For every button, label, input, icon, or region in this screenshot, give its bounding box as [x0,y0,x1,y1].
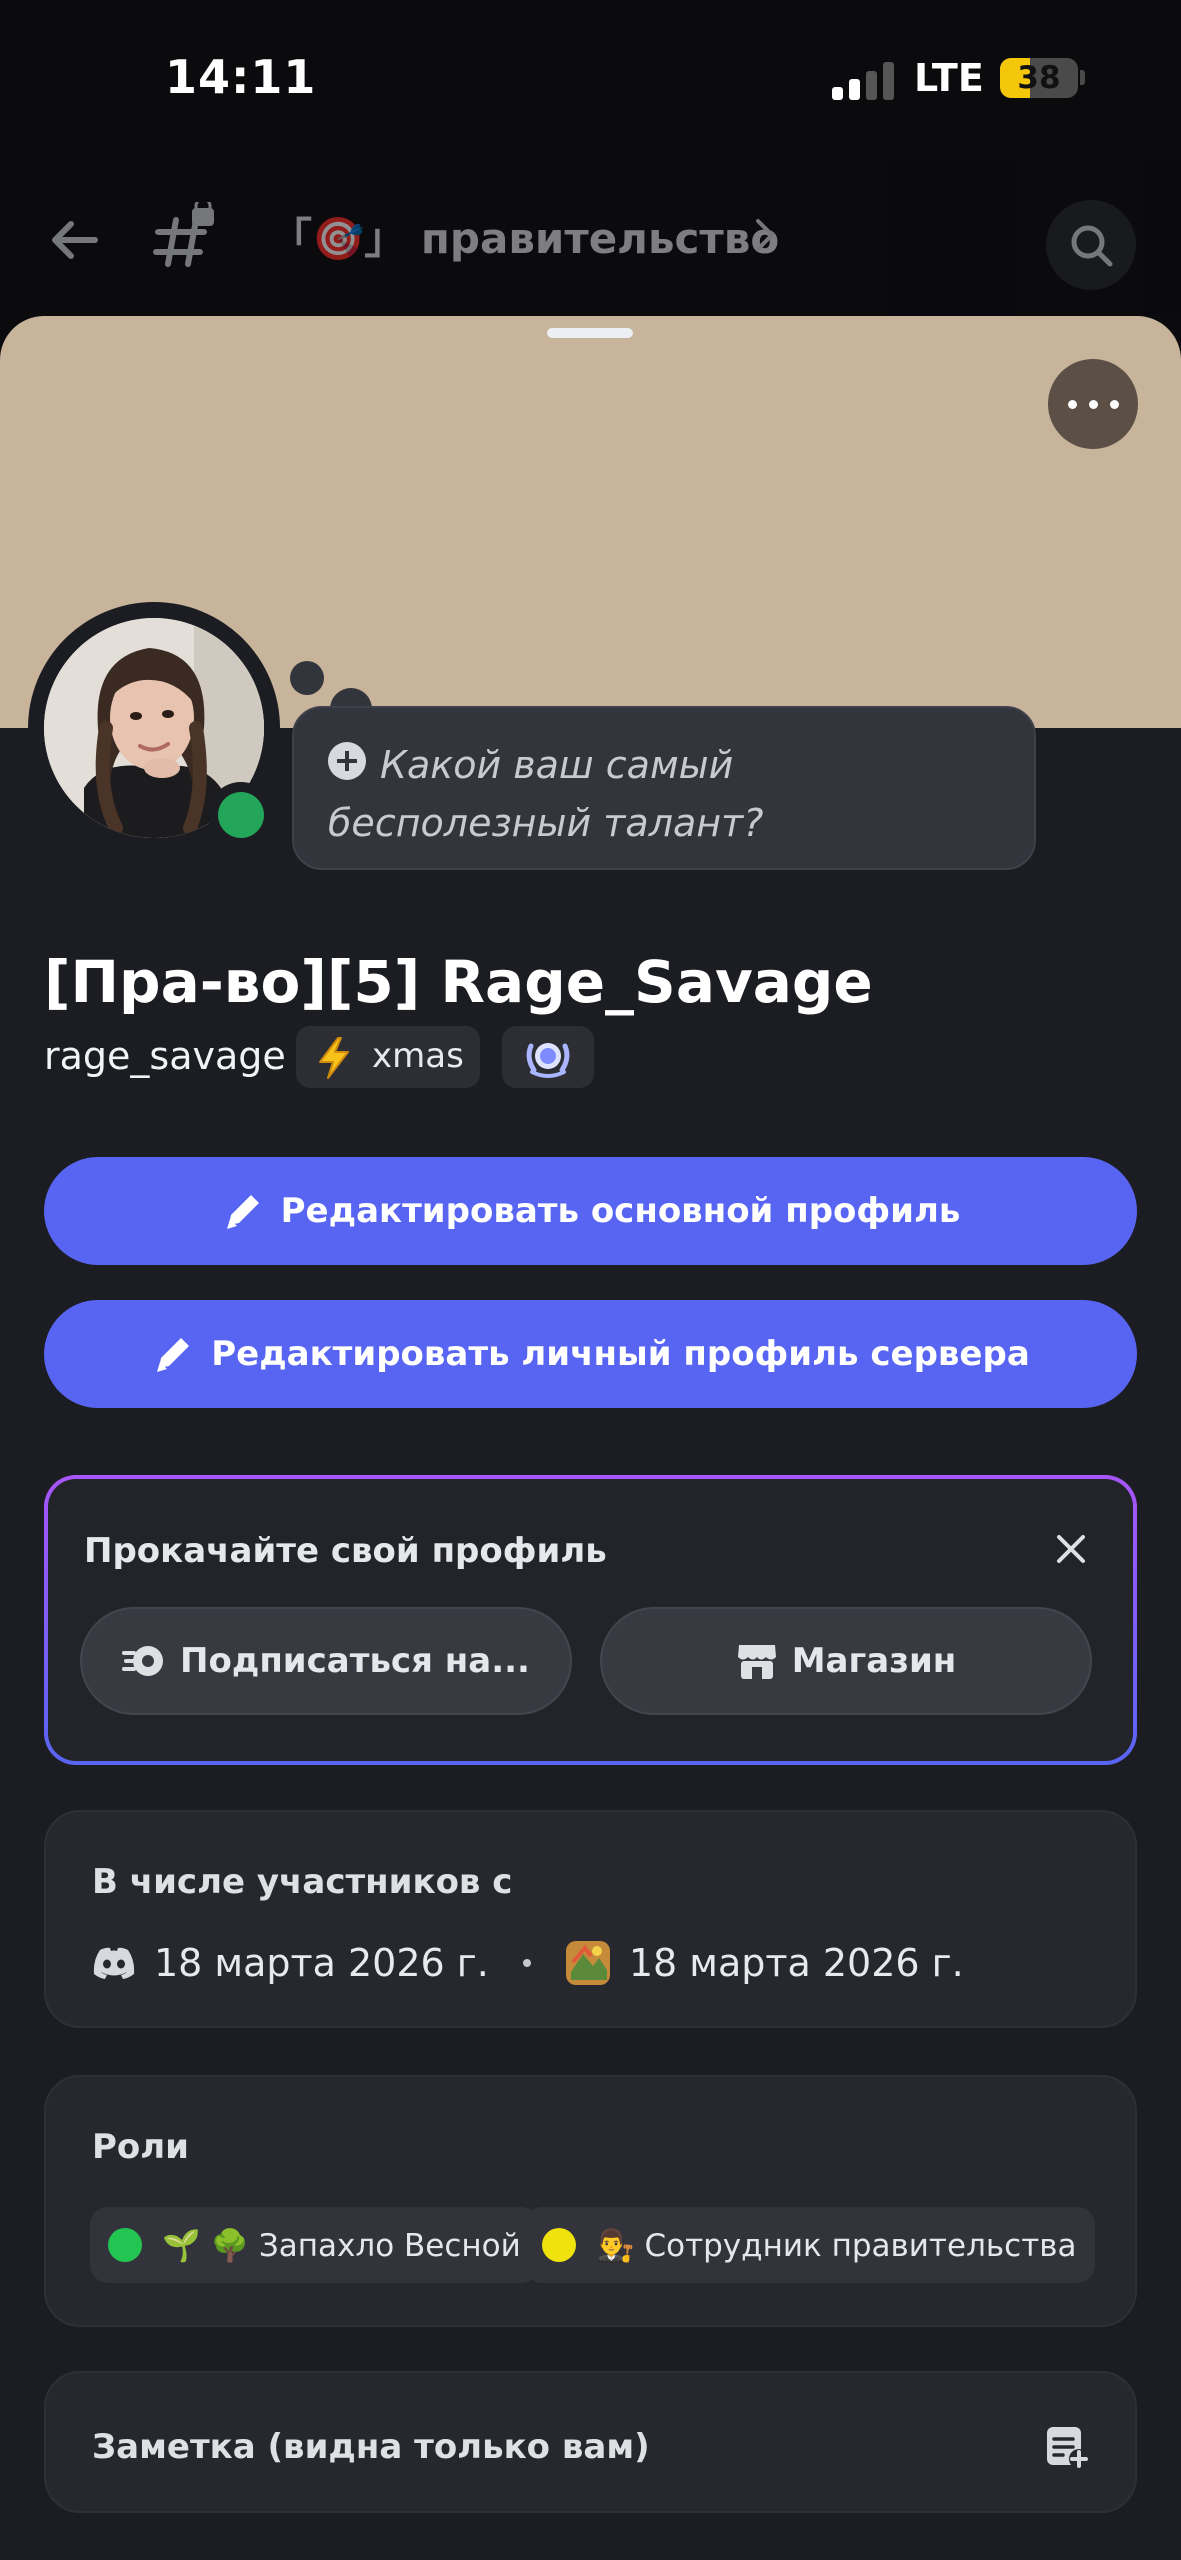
status-prompt-text: Какой ваш самый бесполезный талант? [328,743,764,845]
shop-icon [737,1645,776,1679]
server-join-date: 18 марта 2026 г. [628,1941,964,1985]
lightning-bolt-icon [319,1037,349,1079]
edit-main-profile-label: Редактировать основной профиль [280,1191,961,1231]
more-options-button[interactable] [1048,359,1138,449]
battery-percent: 38 [1017,60,1061,96]
edit-server-profile-label: Редактировать личный профиль сервера [211,1334,1030,1374]
pencil-icon [226,1195,259,1229]
pencil-icon [157,1338,190,1372]
username: rage_savage [44,1034,286,1078]
search-button[interactable] [1046,200,1136,290]
back-arrow-icon[interactable] [45,210,105,270]
signal-icon [832,60,894,100]
add-note-icon[interactable] [1043,2423,1091,2471]
shop-label: Магазин [791,1641,957,1681]
upgrade-profile-card: Прокачайте свой профиль Подписаться на..… [44,1475,1137,1765]
clock: 14:11 [165,50,317,104]
network-type: LTE [914,56,984,100]
discord-join-date: 18 марта 2026 г. [154,1941,489,1985]
server-tag[interactable]: xmas [296,1026,480,1088]
channel-name[interactable]: 「🎯」 правительство [270,205,779,266]
separator-dot [522,1959,531,1967]
status-bar: 14:11 LTE 38 [0,0,1181,160]
nitro-icon [122,1646,164,1676]
thought-dot-small [290,661,324,695]
note-title: Заметка (видна только вам) [92,2427,650,2467]
upgrade-title: Прокачайте свой профиль [84,1531,607,1571]
edit-server-profile-button[interactable]: Редактировать личный профиль сервера [44,1300,1137,1408]
battery-icon: 38 [1000,58,1078,98]
locked-hash-icon [153,202,214,267]
roles-title: Роли [92,2127,190,2167]
role-label: 🌱 🌳 Запахло Весной [162,2227,521,2264]
subscribe-label: Подписаться на... [180,1641,530,1681]
member-since-title: В числе участников с [92,1862,513,1902]
profile-sheet: Какой ваш самый бесполезный талант? [Пра… [0,316,1181,2560]
search-icon [1071,225,1113,267]
edit-main-profile-button[interactable]: Редактировать основной профиль [44,1157,1137,1265]
member-since-card: В числе участников с 18 марта 2026 г. 18… [44,1810,1137,2028]
note-card[interactable]: Заметка (видна только вам) [44,2371,1137,2513]
shop-button[interactable]: Магазин [600,1607,1092,1715]
channel-header: 「🎯」 правительство [0,160,1181,315]
laurel-badge-icon [526,1043,570,1078]
status-prompt-bubble[interactable]: Какой ваш самый бесполезный талант? [292,706,1036,870]
sheet-grabber[interactable] [547,328,633,338]
battery-tip [1080,70,1085,85]
subscribe-nitro-button[interactable]: Подписаться на... [80,1607,572,1715]
role-chip[interactable]: 👨‍⚖️ Сотрудник правительства [524,2207,1095,2283]
role-chip[interactable]: 🌱 🌳 Запахло Весной [90,2207,539,2283]
role-color-dot [108,2228,142,2262]
roles-card: Роли 🌱 🌳 Запахло Весной 👨‍⚖️ Сотрудник п… [44,2075,1137,2327]
online-status-icon [218,792,264,838]
discord-logo-icon [93,1947,135,1979]
profile-badge[interactable] [502,1026,594,1088]
server-icon [565,1941,610,1985]
role-label: 👨‍⚖️ Сотрудник правительства [596,2227,1077,2264]
display-name: [Пра-во][5] Rage_Savage [44,948,873,1016]
server-tag-label: xmas [372,1036,464,1076]
chevron-right-icon [756,219,774,251]
role-color-dot [542,2228,576,2262]
close-icon[interactable] [1051,1529,1091,1569]
